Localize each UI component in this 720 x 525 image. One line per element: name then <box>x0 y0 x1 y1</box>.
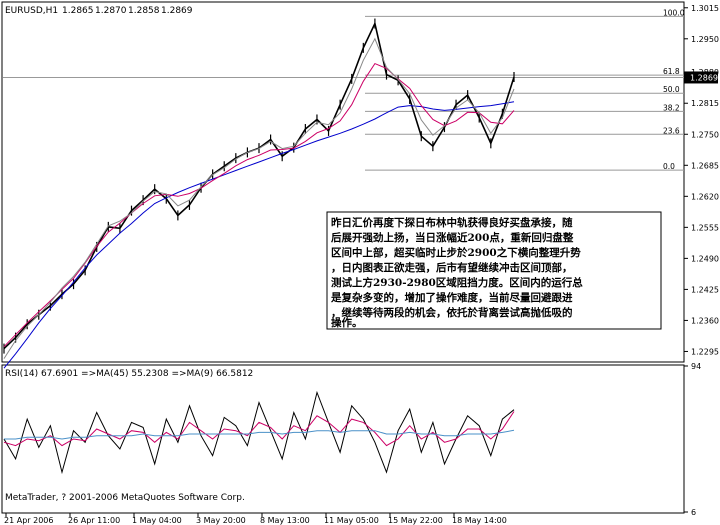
x-axis-label: 11 May 05:00 <box>324 516 379 525</box>
fib-level-label: 50.0 <box>663 85 680 94</box>
price-axis-label: 1.2950 <box>691 35 719 44</box>
price-axis-label: 1.2425 <box>691 285 719 294</box>
ohlc-open: 1.2865 <box>62 6 94 16</box>
fib-level-label: 61.8 <box>663 67 680 76</box>
price-axis-label: 1.2555 <box>691 223 719 232</box>
ohlc-high: 1.2870 <box>95 6 127 16</box>
price-axis-label: 1.2360 <box>691 316 719 325</box>
annotation-line-5: 测试上方2930-2980区域阻挡力度。区间内的运行总 <box>331 276 583 289</box>
price-axis-label: 1.2815 <box>691 99 719 108</box>
annotation-line-3: 区间中上部，超买临时止步於2900之下横向整理升势 <box>331 246 581 259</box>
copyright-footer: MetaTrader, ? 2001-2006 MetaQuotes Softw… <box>5 493 245 503</box>
indicator-axis-label: 6 <box>691 508 696 517</box>
price-axis-label: 1.3015 <box>691 4 719 13</box>
x-axis-label: 1 May 04:00 <box>132 516 182 525</box>
annotation-line-1: 昨日汇价再度下探日布林中轨获得良好买盘承接，随 <box>331 216 573 229</box>
x-axis-label: 18 May 14:00 <box>452 516 507 525</box>
ohlc-header: 1.2865 1.2870 1.2858 1.2869 <box>62 6 193 16</box>
x-axis-label: 21 Apr 2006 <box>4 516 53 525</box>
ohlc-close: 1.2869 <box>161 6 193 16</box>
annotation-line-8: 操作。 <box>331 316 363 329</box>
annotation-line-6: 是复杂多变的，增加了操作难度，当前尽量回避跟进 <box>330 291 573 304</box>
indicator-axis-label: 94 <box>691 362 701 371</box>
x-axis-label: 15 May 22:00 <box>388 516 443 525</box>
price-axis-label: 1.2295 <box>691 347 719 356</box>
indicator-panel-title: RSI(14) 67.6901 =>MA(45) 55.2308 =>MA(9)… <box>5 369 253 379</box>
fib-level-label: 23.6 <box>663 126 680 135</box>
chart-root: 100.0 61.8 50.0 38.2 23.6 0.0 1.3015 1.2950 1.2… <box>0 0 720 525</box>
price-axis-label: 1.2620 <box>691 192 719 201</box>
price-axis-label: 1.2750 <box>691 130 719 139</box>
price-axis-label: 1.2685 <box>691 161 719 170</box>
annotation-line-2: 后展开强劲上扬，当日涨幅近200点，重新回归盘整 <box>331 231 574 244</box>
fib-level-label: 100.0 <box>663 8 685 17</box>
price-axis-label: 1.2490 <box>691 254 719 263</box>
ohlc-low: 1.2858 <box>128 6 160 16</box>
annotation-box: 昨日汇价再度下探日布林中轨获得良好买盘承接，随 后展开强劲上扬，当日涨幅近200… <box>326 211 662 330</box>
annotation-line-4: ，日内图表正欲走强，后市有望继续冲击区间顶部， <box>331 261 573 274</box>
chart-svg: 100.0 61.8 50.0 38.2 23.6 0.0 1.3015 1.2950 1.2… <box>0 0 720 525</box>
x-axis-label: 8 May 13:00 <box>260 516 310 525</box>
x-axis-label: 26 Apr 11:00 <box>68 516 120 525</box>
fib-level-label: 0.0 <box>663 162 675 171</box>
current-price-value: 1.2869 <box>690 73 718 82</box>
price-panel-title: EURUSD,H1 <box>5 6 58 16</box>
x-axis-label: 3 May 20:00 <box>196 516 246 525</box>
fib-level-label: 38.2 <box>663 103 680 112</box>
annotation-line-7: ，继续等待两段的机会，依托於背离尝试高抛低吸的 <box>331 306 573 319</box>
